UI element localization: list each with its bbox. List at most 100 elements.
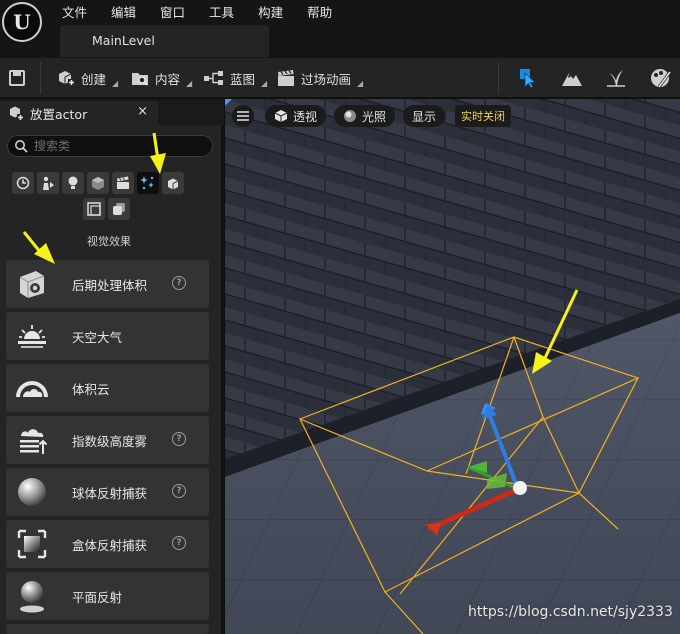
place-actors-panel: 放置actor × 搜索类 视觉效果 后期处理体积 ? 天空大气 体积云 指数级… — [0, 99, 224, 634]
mesh-paint-mode-button[interactable] — [649, 66, 673, 90]
item-label: 后期处理体积 — [72, 277, 148, 293]
menu-file[interactable]: 文件 — [50, 0, 99, 22]
search-input[interactable] — [34, 139, 194, 153]
lighting-label: 光照 — [362, 109, 387, 124]
help-icon[interactable]: ? — [172, 276, 186, 290]
hamburger-menu-icon — [237, 111, 249, 121]
viewport-menu-button[interactable] — [232, 105, 254, 127]
help-icon[interactable]: ? — [172, 536, 186, 550]
extra-icon[interactable] — [108, 198, 130, 220]
landscape-mode-button[interactable] — [561, 66, 583, 90]
watermark: https://blog.csdn.net/sjy2333 — [468, 604, 673, 620]
realtime-label: 实时关闭 — [461, 110, 505, 123]
show-label: 显示 — [412, 109, 437, 124]
level-tab[interactable]: MainLevel — [60, 25, 269, 57]
search-box[interactable] — [7, 135, 213, 157]
place-actor-icon — [10, 106, 24, 121]
menu-build[interactable]: 构建 — [246, 0, 295, 22]
lights-icon[interactable] — [62, 172, 84, 194]
perspective-label: 透视 — [293, 109, 318, 124]
item-label: 盒体反射捕获 — [72, 537, 148, 553]
cinematics-label: 过场动画 — [301, 71, 352, 87]
perspective-cube-icon — [274, 110, 288, 122]
lighting-button[interactable]: 光照 — [334, 105, 396, 127]
box-reflection-capture-icon — [6, 520, 58, 568]
landscape-mode-icon — [562, 73, 582, 86]
blueprint-icon — [204, 71, 223, 85]
close-icon[interactable]: × — [137, 104, 148, 119]
lit-sphere-icon — [344, 110, 356, 122]
sphere-reflection-capture-icon — [6, 468, 58, 516]
menu-edit[interactable]: 编辑 — [99, 0, 148, 22]
toolbar-divider — [498, 62, 499, 94]
unreal-logo-glyph: U — [13, 10, 31, 34]
list-item[interactable]: 盒体反射捕获 ? — [6, 520, 209, 568]
select-mode-button[interactable] — [518, 66, 540, 90]
volumes-icon[interactable] — [162, 172, 184, 194]
search-icon — [15, 140, 28, 153]
item-label: 天空大气 — [72, 329, 123, 345]
cinematic-icon[interactable] — [112, 172, 134, 194]
item-label: 平面反射 — [72, 589, 123, 605]
list-item[interactable]: 指数级高度雾 ? — [6, 416, 209, 464]
create-label: 创建 — [81, 71, 107, 87]
place-actors-body: 视觉效果 后期处理体积 ? — [0, 125, 224, 634]
chevron-down-icon: ◢ — [357, 78, 364, 88]
main-toolbar: 创建 ◢ 内容 ◢ 蓝图 ◢ 过场动画 ◢ — [0, 58, 680, 98]
item-label: 体积云 — [72, 381, 110, 397]
create-button[interactable]: 创建 ◢ — [56, 66, 118, 90]
mesh-paint-mode-icon — [651, 69, 672, 88]
viewport-active-marker — [225, 99, 232, 106]
blueprint-button[interactable]: 蓝图 ◢ — [203, 66, 267, 90]
category-row — [12, 172, 184, 194]
planar-reflection-icon — [6, 572, 58, 620]
item-label: 指数级高度雾 — [72, 433, 148, 449]
all-classes-icon[interactable] — [83, 198, 105, 220]
visual-effects-icon[interactable] — [137, 172, 159, 194]
viewport-scene — [225, 99, 680, 634]
content-browser-icon — [132, 73, 148, 86]
save-button[interactable] — [9, 66, 25, 90]
menu-help[interactable]: 帮助 — [295, 0, 344, 22]
basic-icon[interactable] — [37, 172, 59, 194]
cinematics-button[interactable]: 过场动画 ◢ — [276, 66, 363, 90]
list-item[interactable]: 平面反射 — [6, 572, 209, 620]
toolbar-divider — [40, 62, 41, 94]
help-icon[interactable]: ? — [172, 484, 186, 498]
select-mode-icon — [520, 69, 537, 89]
menu-tools[interactable]: 工具 — [197, 0, 246, 22]
volumetric-cloud-icon — [6, 364, 58, 412]
recent-icon[interactable] — [12, 172, 34, 194]
help-icon[interactable]: ? — [172, 432, 186, 446]
place-actors-tab[interactable]: 放置actor × — [0, 101, 158, 125]
create-cube-icon — [59, 71, 75, 86]
foliage-mode-button[interactable] — [605, 66, 627, 90]
show-button[interactable]: 显示 — [403, 105, 446, 127]
blueprint-label: 蓝图 — [230, 71, 256, 87]
unreal-logo[interactable]: U — [2, 2, 42, 42]
item-label: 球体反射捕获 — [72, 485, 148, 501]
list-item[interactable] — [6, 624, 209, 634]
list-item[interactable]: 后期处理体积 ? — [6, 260, 209, 308]
perspective-button[interactable]: 透视 — [265, 105, 327, 127]
shapes-icon[interactable] — [87, 172, 109, 194]
content-button[interactable]: 内容 ◢ — [130, 66, 192, 90]
menu-bar: 文件 编辑 窗口 工具 构建 帮助 — [50, 0, 344, 22]
level-viewport[interactable]: 透视 光照 显示 实时关闭 https://blog.csdn.net/sjy2… — [225, 99, 680, 634]
chevron-down-icon: ◢ — [261, 78, 268, 88]
list-item[interactable]: 球体反射捕获 ? — [6, 468, 209, 516]
post-process-volume-icon — [6, 260, 58, 308]
title-bar: U 文件 编辑 窗口 工具 构建 帮助 MainLevel — [0, 0, 680, 58]
list-item[interactable]: 体积云 — [6, 364, 209, 412]
exponential-height-fog-icon — [6, 416, 58, 464]
panel-title: 放置actor — [30, 106, 88, 122]
panel-splitter[interactable] — [221, 125, 224, 634]
clapperboard-icon — [278, 70, 294, 86]
sky-atmosphere-icon — [6, 312, 58, 360]
foliage-mode-icon — [607, 70, 625, 87]
menu-window[interactable]: 窗口 — [148, 0, 197, 22]
save-icon — [9, 70, 25, 86]
category-label: 视觉效果 — [87, 235, 131, 248]
list-item[interactable]: 天空大气 — [6, 312, 209, 360]
realtime-off-button[interactable]: 实时关闭 — [455, 105, 511, 127]
